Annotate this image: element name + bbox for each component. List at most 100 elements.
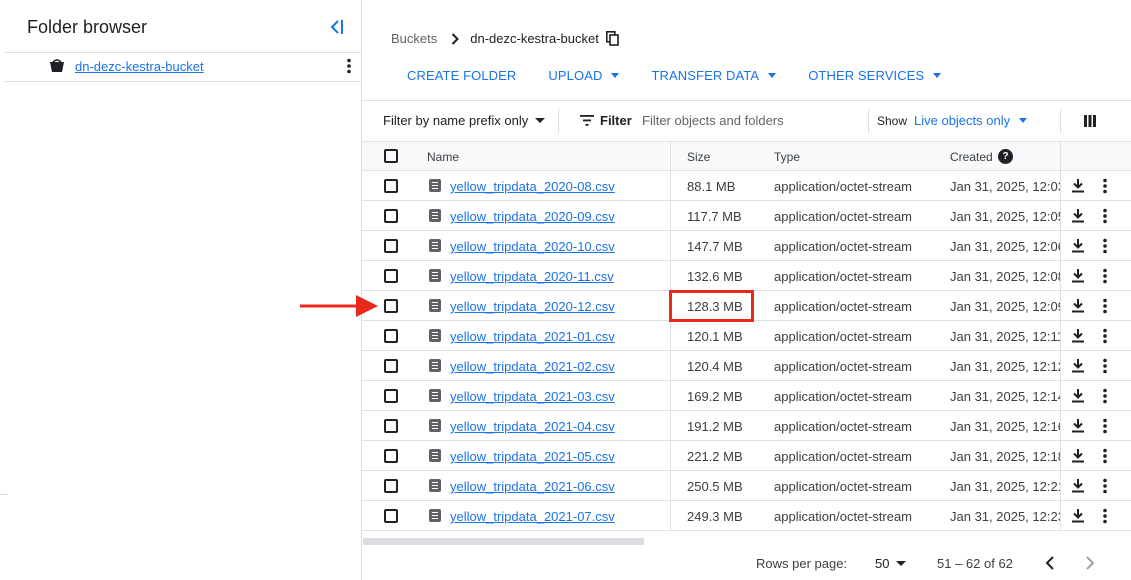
bucket-link[interactable]: dn-dezc-kestra-bucket xyxy=(75,59,204,74)
create-folder-button[interactable]: CREATE FOLDER xyxy=(407,68,516,83)
file-type: application/octet-stream xyxy=(774,419,913,434)
download-icon[interactable] xyxy=(1071,239,1085,253)
chevron-left-icon[interactable] xyxy=(1045,556,1055,570)
more-vert-icon[interactable] xyxy=(1102,358,1108,374)
table-row[interactable]: yellow_tripdata_2021-03.csv 169.2 MB app… xyxy=(362,381,1131,411)
column-header-type[interactable]: Type xyxy=(774,150,800,164)
file-created: Jan 31, 2025, 12:06 xyxy=(950,239,1060,254)
other-services-button[interactable]: OTHER SERVICES xyxy=(808,68,942,83)
download-icon[interactable] xyxy=(1071,359,1085,373)
actions-column-header xyxy=(1060,142,1131,170)
row-checkbox[interactable] xyxy=(384,359,398,373)
column-header-created[interactable]: Created xyxy=(950,150,993,164)
table-row[interactable]: yellow_tripdata_2021-05.csv 221.2 MB app… xyxy=(362,441,1131,471)
download-icon[interactable] xyxy=(1071,329,1085,343)
more-vert-icon[interactable] xyxy=(1102,208,1108,224)
download-icon[interactable] xyxy=(1071,449,1085,463)
transfer-data-button[interactable]: TRANSFER DATA xyxy=(651,68,777,83)
download-icon[interactable] xyxy=(1071,509,1085,523)
table-row[interactable]: yellow_tripdata_2021-07.csv 249.3 MB app… xyxy=(362,501,1131,531)
more-vert-icon[interactable] xyxy=(1102,388,1108,404)
column-header-size[interactable]: Size xyxy=(687,150,710,164)
more-vert-icon[interactable] xyxy=(1102,238,1108,254)
more-vert-icon[interactable] xyxy=(1102,298,1108,314)
file-name-link[interactable]: yellow_tripdata_2020-08.csv xyxy=(450,179,615,194)
download-icon[interactable] xyxy=(1071,299,1085,313)
objects-table: Name Size Type Created ? yellow_tripdata… xyxy=(362,141,1131,531)
row-checkbox[interactable] xyxy=(384,449,398,463)
more-vert-icon[interactable] xyxy=(1102,328,1108,344)
row-actions xyxy=(1060,171,1131,200)
filter-label: Filter xyxy=(600,113,632,128)
download-icon[interactable] xyxy=(1071,389,1085,403)
chevron-right-icon[interactable] xyxy=(1085,556,1095,570)
column-header-name[interactable]: Name xyxy=(427,150,459,164)
table-row[interactable]: yellow_tripdata_2020-10.csv 147.7 MB app… xyxy=(362,231,1131,261)
collapse-panel-icon[interactable] xyxy=(327,18,345,36)
download-icon[interactable] xyxy=(1071,479,1085,493)
table-row[interactable]: yellow_tripdata_2020-08.csv 88.1 MB appl… xyxy=(362,171,1131,201)
file-name-link[interactable]: yellow_tripdata_2020-11.csv xyxy=(450,269,614,284)
table-row[interactable]: yellow_tripdata_2021-02.csv 120.4 MB app… xyxy=(362,351,1131,381)
file-icon xyxy=(429,329,441,342)
more-vert-icon[interactable] xyxy=(1102,508,1108,524)
table-row[interactable]: yellow_tripdata_2020-09.csv 117.7 MB app… xyxy=(362,201,1131,231)
file-name-link[interactable]: yellow_tripdata_2021-01.csv xyxy=(450,329,615,344)
upload-button[interactable]: UPLOAD xyxy=(548,68,620,83)
file-name-link[interactable]: yellow_tripdata_2021-07.csv xyxy=(450,509,615,524)
row-checkbox[interactable] xyxy=(384,299,398,313)
table-row[interactable]: yellow_tripdata_2020-11.csv 132.6 MB app… xyxy=(362,261,1131,291)
download-icon[interactable] xyxy=(1071,209,1085,223)
file-icon xyxy=(429,449,441,462)
file-name-link[interactable]: yellow_tripdata_2020-12.csv xyxy=(450,299,615,314)
table-row[interactable]: yellow_tripdata_2021-06.csv 250.5 MB app… xyxy=(362,471,1131,501)
column-divider xyxy=(670,411,671,440)
more-vert-icon[interactable] xyxy=(1102,178,1108,194)
row-checkbox[interactable] xyxy=(384,239,398,253)
pagination-bar: Rows per page: 50 51 – 62 of 62 xyxy=(362,545,1131,580)
row-checkbox[interactable] xyxy=(384,209,398,223)
row-checkbox[interactable] xyxy=(384,269,398,283)
file-name-link[interactable]: yellow_tripdata_2021-06.csv xyxy=(450,479,615,494)
file-size: 120.1 MB xyxy=(687,329,743,344)
file-name-link[interactable]: yellow_tripdata_2021-04.csv xyxy=(450,419,615,434)
caret-down-icon xyxy=(896,561,907,566)
more-vert-icon[interactable] xyxy=(1102,418,1108,434)
file-name-link[interactable]: yellow_tripdata_2021-05.csv xyxy=(450,449,615,464)
file-icon xyxy=(429,209,441,222)
more-vert-icon[interactable] xyxy=(1102,448,1108,464)
filter-input[interactable]: Filter objects and folders xyxy=(642,113,784,128)
horizontal-scrollbar[interactable] xyxy=(363,538,644,545)
more-vert-icon[interactable] xyxy=(345,58,353,74)
breadcrumb-buckets[interactable]: Buckets xyxy=(391,31,437,46)
row-checkbox[interactable] xyxy=(384,329,398,343)
download-icon[interactable] xyxy=(1071,269,1085,283)
download-icon[interactable] xyxy=(1071,179,1085,193)
help-icon[interactable]: ? xyxy=(998,149,1013,164)
file-icon xyxy=(429,239,441,252)
rows-per-page-select[interactable]: 50 xyxy=(875,556,907,571)
file-type: application/octet-stream xyxy=(774,389,913,404)
row-checkbox[interactable] xyxy=(384,389,398,403)
column-display-icon[interactable] xyxy=(1084,115,1096,127)
file-name-link[interactable]: yellow_tripdata_2020-10.csv xyxy=(450,239,615,254)
file-name-link[interactable]: yellow_tripdata_2020-09.csv xyxy=(450,209,615,224)
row-checkbox[interactable] xyxy=(384,179,398,193)
table-row[interactable]: yellow_tripdata_2021-01.csv 120.1 MB app… xyxy=(362,321,1131,351)
select-all-checkbox[interactable] xyxy=(384,149,398,163)
filter-mode-dropdown[interactable]: Filter by name prefix only xyxy=(383,113,546,128)
more-vert-icon[interactable] xyxy=(1102,268,1108,284)
copy-icon[interactable] xyxy=(605,31,619,46)
file-name-link[interactable]: yellow_tripdata_2021-02.csv xyxy=(450,359,615,374)
row-checkbox[interactable] xyxy=(384,509,398,523)
table-row[interactable]: yellow_tripdata_2021-04.csv 191.2 MB app… xyxy=(362,411,1131,441)
caret-down-icon xyxy=(768,73,777,78)
download-icon[interactable] xyxy=(1071,419,1085,433)
row-checkbox[interactable] xyxy=(384,479,398,493)
folder-tree-item-bucket[interactable]: dn-dezc-kestra-bucket xyxy=(4,53,361,81)
row-checkbox[interactable] xyxy=(384,419,398,433)
file-name-link[interactable]: yellow_tripdata_2021-03.csv xyxy=(450,389,615,404)
file-icon xyxy=(429,299,441,312)
show-objects-dropdown[interactable]: Live objects only xyxy=(914,113,1028,128)
more-vert-icon[interactable] xyxy=(1102,478,1108,494)
